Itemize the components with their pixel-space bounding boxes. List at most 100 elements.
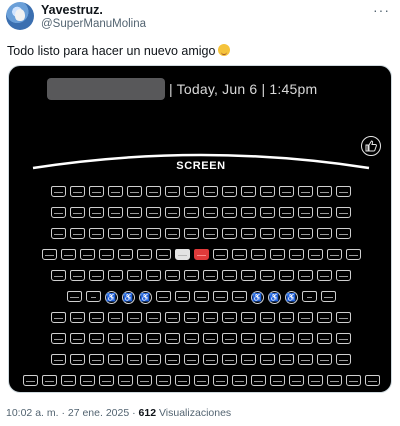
seat[interactable]: [241, 354, 256, 365]
seat[interactable]: [146, 228, 161, 239]
seat[interactable]: [108, 270, 123, 281]
seat[interactable]: [127, 270, 142, 281]
seat[interactable]: [146, 333, 161, 344]
seat[interactable]: [98, 375, 114, 386]
seat[interactable]: [288, 249, 304, 260]
seat[interactable]: [127, 228, 142, 239]
seat[interactable]: [260, 186, 275, 197]
seat[interactable]: [241, 333, 256, 344]
seat[interactable]: [165, 333, 180, 344]
seat[interactable]: [250, 375, 266, 386]
seat-reserved[interactable]: [193, 249, 209, 260]
seat[interactable]: [317, 207, 332, 218]
seat[interactable]: [345, 249, 361, 260]
seat[interactable]: [279, 186, 294, 197]
seat[interactable]: [212, 291, 228, 302]
seat[interactable]: [250, 249, 266, 260]
seat[interactable]: [165, 228, 180, 239]
seat[interactable]: [203, 228, 218, 239]
seat[interactable]: [326, 249, 342, 260]
seat[interactable]: [155, 291, 171, 302]
seat[interactable]: [222, 228, 237, 239]
seat[interactable]: [89, 207, 104, 218]
seat[interactable]: [307, 249, 323, 260]
seat[interactable]: [146, 207, 161, 218]
seat[interactable]: [231, 375, 247, 386]
seat[interactable]: [89, 354, 104, 365]
seat[interactable]: [70, 186, 85, 197]
seat[interactable]: [70, 333, 85, 344]
seat[interactable]: [184, 333, 199, 344]
seat[interactable]: [41, 375, 57, 386]
seat[interactable]: [298, 270, 313, 281]
seat[interactable]: [279, 333, 294, 344]
seat[interactable]: [184, 270, 199, 281]
seat[interactable]: [51, 312, 66, 323]
seat[interactable]: [51, 270, 66, 281]
seat[interactable]: [260, 270, 275, 281]
seat[interactable]: [60, 249, 76, 260]
seat[interactable]: [222, 333, 237, 344]
display-name[interactable]: Yavestruz.: [41, 3, 103, 17]
seat[interactable]: [70, 270, 85, 281]
seat[interactable]: [279, 228, 294, 239]
seat[interactable]: [298, 207, 313, 218]
seat[interactable]: [231, 249, 247, 260]
seat[interactable]: [89, 228, 104, 239]
seat[interactable]: [79, 375, 95, 386]
seat[interactable]: [89, 186, 104, 197]
seat[interactable]: [336, 354, 351, 365]
seat[interactable]: [165, 207, 180, 218]
seat[interactable]: [336, 270, 351, 281]
seat[interactable]: [222, 270, 237, 281]
seat[interactable]: [260, 312, 275, 323]
seat[interactable]: [165, 186, 180, 197]
seat[interactable]: [269, 375, 285, 386]
seat[interactable]: [203, 270, 218, 281]
seat[interactable]: [269, 249, 285, 260]
seat[interactable]: [241, 270, 256, 281]
seat[interactable]: [222, 186, 237, 197]
seat[interactable]: [108, 333, 123, 344]
seat[interactable]: [336, 228, 351, 239]
tweet-time[interactable]: 10:02 a. m.: [6, 407, 59, 419]
seat[interactable]: [222, 312, 237, 323]
seat[interactable]: [317, 270, 332, 281]
companion-seat[interactable]: [301, 291, 317, 302]
seat[interactable]: [70, 312, 85, 323]
seat[interactable]: [51, 354, 66, 365]
seat[interactable]: [260, 228, 275, 239]
seat[interactable]: [317, 186, 332, 197]
seat[interactable]: [146, 270, 161, 281]
seat[interactable]: [127, 333, 142, 344]
wheelchair-seat[interactable]: ♿: [284, 291, 298, 304]
seat[interactable]: [70, 207, 85, 218]
seat[interactable]: [70, 354, 85, 365]
seat[interactable]: [41, 249, 57, 260]
seat[interactable]: [184, 354, 199, 365]
seat[interactable]: [146, 354, 161, 365]
seat[interactable]: [241, 186, 256, 197]
tweet-media-image[interactable]: | Today, Jun 6 | 1:45pm SCREEN ♿ ♿ ♿ ♿ ♿ ♿: [8, 65, 392, 393]
seat[interactable]: [193, 375, 209, 386]
seat[interactable]: [212, 249, 228, 260]
seat[interactable]: [260, 333, 275, 344]
seat[interactable]: [51, 186, 66, 197]
seat[interactable]: [203, 333, 218, 344]
seat[interactable]: [260, 207, 275, 218]
seat[interactable]: [174, 375, 190, 386]
seat[interactable]: [279, 270, 294, 281]
seat[interactable]: [298, 312, 313, 323]
seat-selected[interactable]: [174, 249, 190, 260]
seat[interactable]: [345, 375, 361, 386]
seat[interactable]: [212, 375, 228, 386]
seat[interactable]: [51, 333, 66, 344]
seat[interactable]: [298, 354, 313, 365]
seat[interactable]: [155, 375, 171, 386]
seat[interactable]: [146, 312, 161, 323]
seat[interactable]: [60, 375, 76, 386]
seat[interactable]: [108, 186, 123, 197]
wheelchair-seat[interactable]: ♿: [267, 291, 281, 304]
more-options-icon[interactable]: ···: [373, 2, 390, 18]
seat[interactable]: [260, 354, 275, 365]
